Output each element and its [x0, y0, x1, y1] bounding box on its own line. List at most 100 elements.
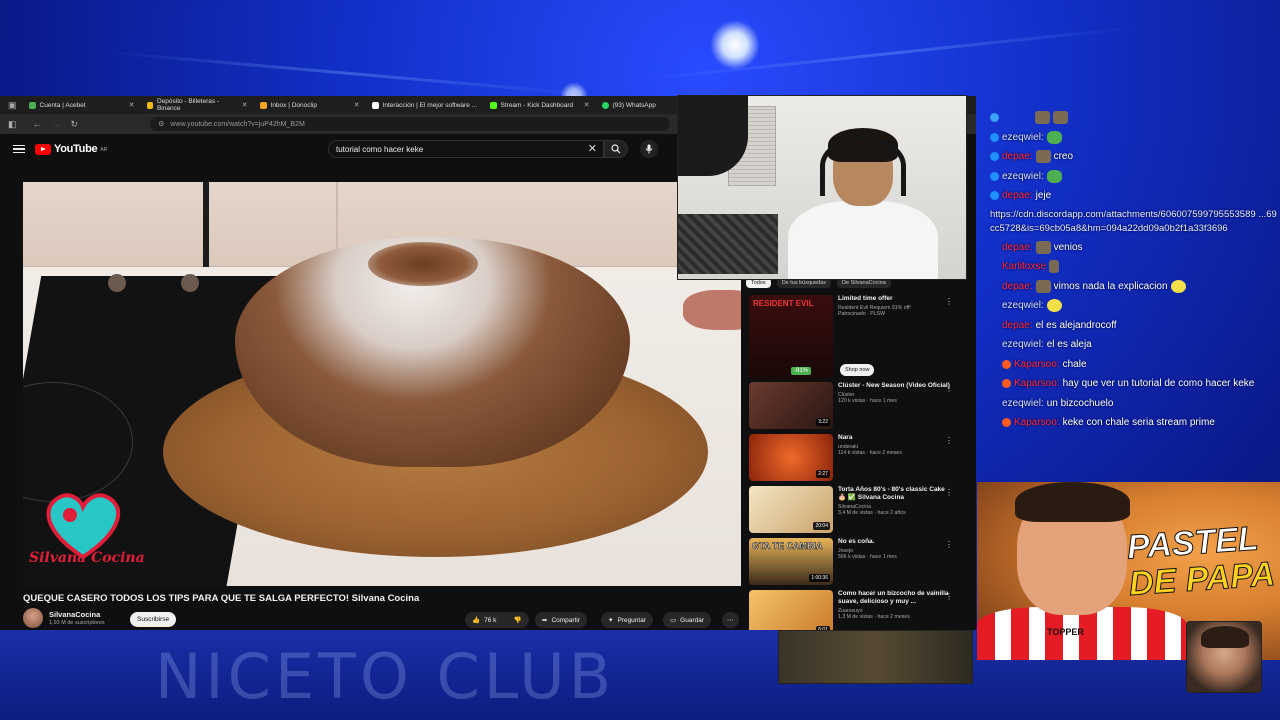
more-actions-button[interactable]: ⋯ [722, 612, 739, 628]
cooktop-knob [108, 274, 126, 292]
browser-tab[interactable]: Stream - Kick Dashboard ✕ [484, 96, 596, 114]
subscribe-button[interactable]: Suscribirse [130, 612, 177, 627]
ask-button[interactable]: ✦ Preguntar [601, 612, 653, 628]
chat-username[interactable]: ezeqwiel: [1002, 300, 1044, 311]
url-field[interactable]: ⚙ www.youtube.com/watch?v=juP42hM_B2M [150, 117, 671, 131]
browser-tab[interactable]: Interacción | El mejor software ... [366, 96, 484, 114]
browser-tab[interactable]: (93) WhatsApp [596, 96, 676, 114]
chat-username[interactable]: depae: [1002, 320, 1033, 331]
chat-text: creo [1053, 151, 1074, 163]
recommendation-title: Nara [838, 434, 853, 441]
recommendation-item[interactable]: 20:04 Torta Años 80's - 80's classic Cak… [749, 486, 969, 533]
tab-favicon-icon [146, 101, 153, 109]
chat-username[interactable]: ezeqwiel: [1002, 132, 1044, 143]
chat-username[interactable]: Kaparsoo: [1014, 378, 1060, 389]
video-thumbnail[interactable]: RESIDENT EVIL -91% [749, 295, 833, 379]
back-icon[interactable]: ← [33, 119, 42, 129]
hand [683, 290, 741, 330]
mod-badge-icon [990, 171, 999, 181]
site-info-icon[interactable]: ⚙ [158, 120, 164, 128]
recommendation-meta: 120 k vistas · hace 1 mes [838, 398, 897, 404]
tab-favicon-icon [489, 101, 497, 109]
recommendation-title: Limited time offer [838, 295, 893, 302]
tab-favicon-icon [28, 101, 36, 109]
save-button[interactable]: ▭ Guardar [663, 612, 712, 628]
chat-message: Kaparsoo: keke con chale seria stream pr… [990, 413, 1280, 433]
chat-link[interactable]: https://cdn.discordapp.com/attachments/6… [990, 208, 1280, 236]
share-button[interactable]: ➦ Compartir [535, 612, 587, 628]
browser-tab[interactable]: Cuenta | Acebet ✕ [23, 96, 141, 114]
more-options-icon[interactable]: ⋮ [945, 384, 953, 393]
chat-username[interactable]: Karlitoxse [1002, 261, 1046, 272]
more-options-icon[interactable]: ⋮ [945, 540, 953, 549]
tab-close-icon[interactable]: ✕ [354, 101, 360, 109]
more-options-icon[interactable]: ⋮ [945, 592, 953, 601]
secondary-video-panel [778, 630, 973, 684]
chat-message: https://cdn.discordapp.com/attachments/6… [990, 206, 1280, 238]
video-title: QUEQUE CASERO TODOS LOS TIPS PARA QUE TE… [23, 593, 420, 604]
channel-name[interactable]: SilvanaCocina [49, 610, 105, 619]
tab-close-icon[interactable]: ✕ [584, 101, 590, 109]
clear-search-icon[interactable]: ✕ [588, 142, 597, 155]
tab-actions-icon[interactable]: ▣ [8, 100, 17, 111]
tab-close-icon[interactable]: ✕ [129, 101, 135, 109]
chat-message: ezeqwiel: [990, 296, 1280, 316]
search-button[interactable] [604, 140, 628, 158]
dislike-icon[interactable]: 👎 [514, 616, 522, 624]
shop-now-button[interactable]: Shop now [840, 364, 875, 376]
search-input[interactable]: tutorial como hacer keke ✕ [328, 140, 604, 158]
tab-favicon-icon [259, 101, 267, 109]
tab-label: Depósito - Billeteras - Binance [156, 98, 220, 112]
verified-badge-icon [990, 113, 999, 123]
video-thumbnail[interactable]: GTA TE CAMBIA 1:00:36 [749, 538, 833, 585]
chat-username[interactable]: Kaparsoo: [1014, 417, 1060, 428]
browser-tab[interactable]: Depósito - Billeteras - Binance ✕ [141, 96, 254, 114]
chat-username[interactable]: Kaparsoo: [1014, 359, 1060, 370]
chat-username[interactable]: depae: [1002, 281, 1033, 292]
chat-message: depae: el es alejandrocoff [990, 316, 1280, 336]
like-count[interactable]: 76 k [484, 617, 496, 624]
tab-close-icon[interactable]: ✕ [242, 101, 248, 109]
chat-username[interactable]: depae: [1002, 242, 1033, 253]
chat-username[interactable]: ezeqwiel: [1002, 171, 1044, 182]
video-thumbnail[interactable]: 2:27 [749, 434, 833, 481]
youtube-logo[interactable]: YouTube AR [35, 143, 107, 155]
voice-search-button[interactable] [640, 140, 658, 158]
chat-text: chale [1062, 358, 1087, 370]
more-options-icon[interactable]: ⋮ [945, 297, 953, 306]
emote-icon [1053, 111, 1068, 125]
recommendation-title: Torta Años 80's - 80's classic Cake 🎂 ✅ … [838, 486, 945, 501]
channel-avatar[interactable] [23, 608, 43, 628]
chat-username[interactable]: ezeqwiel: [1002, 339, 1044, 350]
recommendation-item[interactable]: GTA TE CAMBIA 1:00:36 No es coña. Josejo… [749, 538, 969, 585]
sidebar-toggle-icon[interactable]: ◧ [8, 119, 17, 130]
thumbnail-text: GTA TE CAMBIA [752, 541, 823, 552]
chat-message: depae: venios [990, 238, 1280, 258]
browser-tab[interactable]: Inbox | Donoclip ✕ [254, 96, 366, 114]
recommendation-item[interactable]: 2:27 Nara underaki 114 k vistas · hace 2… [749, 434, 969, 481]
video-duration: 2:27 [816, 470, 830, 478]
reload-icon[interactable]: ↻ [71, 119, 79, 130]
chat-username[interactable]: ezeqwiel: [1002, 398, 1044, 409]
more-options-icon[interactable]: ⋮ [945, 488, 953, 497]
tab-label: Stream - Kick Dashboard [500, 101, 574, 109]
chat-username[interactable]: depae: [1002, 151, 1033, 162]
video-thumbnail[interactable]: 20:04 [749, 486, 833, 533]
sub-badge-icon [1002, 379, 1011, 389]
video-thumbnail[interactable]: 3:22 [749, 382, 833, 429]
chat-text: jeje [1035, 190, 1052, 202]
video-player[interactable]: Silvana Cocina [23, 182, 741, 586]
tab-favicon-icon [601, 101, 609, 109]
share-icon: ➦ [542, 617, 548, 624]
recommendation-item[interactable]: 3:22 Clúster - New Season (Video Oficial… [749, 382, 969, 429]
menu-icon[interactable] [13, 144, 25, 154]
like-icon[interactable]: 👍 [472, 616, 480, 624]
forward-icon[interactable]: → [52, 119, 61, 129]
recommendation-title: No es coña. [838, 538, 875, 545]
video-watermark: Silvana Cocina [29, 550, 145, 566]
chat-text: un bizcochuelo [1046, 397, 1114, 409]
chat-username[interactable]: depae: [1002, 190, 1033, 201]
video-thumbnail[interactable]: 6:01 [749, 590, 833, 634]
recommendation-item[interactable]: 6:01 Como hacer un bizcocho de vainilla … [749, 590, 969, 634]
more-options-icon[interactable]: ⋮ [945, 436, 953, 445]
